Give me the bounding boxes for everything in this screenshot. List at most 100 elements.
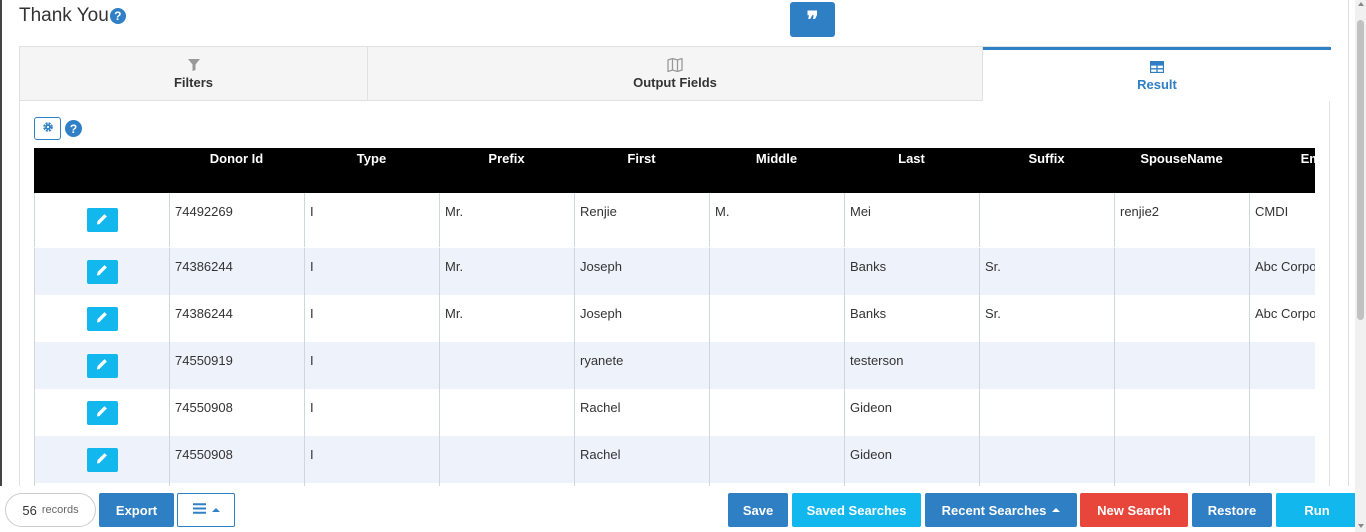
save-button[interactable]: Save [728,493,788,527]
table-cell [1114,295,1249,342]
column-header-middle[interactable]: Middle [709,148,844,193]
restore-button[interactable]: Restore [1192,493,1272,527]
row-action-cell [34,295,169,342]
edit-row-button[interactable] [86,400,118,425]
menu-dropdown-button[interactable] [177,493,235,527]
quote-icon: ❞ [806,6,819,33]
column-header-suffix[interactable]: Suffix [979,148,1114,193]
quote-button[interactable]: ❞ [790,2,835,37]
edit-row-button[interactable] [86,208,118,232]
table-cell: Joseph [574,295,709,342]
pencil-icon [96,452,108,467]
table-cell: I [304,342,439,389]
pencil-icon [96,213,108,228]
table-cell [1249,389,1315,436]
table-cell: Mr. [439,295,574,342]
gear-icon [42,120,54,138]
saved-searches-button[interactable]: Saved Searches [792,493,921,527]
record-count-badge: 56 records [5,493,96,527]
table-cell: renjie2 [1114,193,1249,247]
restore-label: Restore [1207,502,1257,518]
table-cell: Abc Corpo [1249,248,1315,295]
column-header-employer[interactable]: Empl [1249,148,1315,193]
table-cell: Rachel [574,389,709,436]
results-grid: Donor Id Type Prefix First Middle Last S… [34,148,1315,487]
grid-header: Donor Id Type Prefix First Middle Last S… [34,148,1315,193]
table-cell: 74550908 [169,436,304,483]
record-unit: records [41,504,79,516]
tab-filters[interactable]: Filters [20,47,368,101]
tab-output-fields[interactable]: Output Fields [368,47,983,101]
page-scrollbar[interactable] [1355,0,1366,532]
table-cell [709,342,844,389]
page-title-text: Thank You [19,5,109,26]
table-cell: I [304,248,439,295]
table-icon [1150,60,1164,74]
export-label: Export [115,502,158,518]
scroll-up-arrow-icon[interactable] [1358,2,1364,6]
column-header-first[interactable]: First [574,148,709,193]
record-count: 56 [22,502,37,518]
table-row: 74492269 I Mr. Renjie M. Mei renjie2 CMDI [34,193,1315,247]
column-header-donor-id[interactable]: Donor Id [169,148,304,193]
table-cell [709,389,844,436]
row-action-cell [34,436,169,483]
run-button[interactable]: Run [1276,493,1358,527]
question-circle-icon[interactable]: ? [109,8,126,24]
table-cell: Mr. [439,248,574,295]
tab-result[interactable]: Result [983,47,1331,101]
scroll-down-arrow-icon[interactable] [1358,524,1364,528]
table-cell: CMDI [1249,193,1315,247]
saved-searches-label: Saved Searches [806,502,907,518]
table-row: 74550908 I Rachel Gideon [34,389,1315,436]
edit-row-button[interactable] [86,353,118,378]
table-cell [979,342,1114,389]
table-cell [1249,436,1315,483]
column-header-last[interactable]: Last [844,148,979,193]
table-cell [1114,248,1249,295]
row-action-cell [34,193,169,247]
grid-tools: ? [34,117,82,140]
table-cell [979,389,1114,436]
table-cell: Joseph [574,248,709,295]
table-cell [439,389,574,436]
table-row: 74550908 I Rachel Gideon [34,436,1315,483]
bars-icon [192,501,206,519]
table-cell: Mei [844,193,979,247]
scrollbar-thumb[interactable] [1357,20,1364,320]
table-cell: I [304,436,439,483]
table-row: 74550919 Iryanete testerson [34,342,1315,389]
column-header-prefix[interactable]: Prefix [439,148,574,193]
new-search-label: New Search [1097,502,1171,518]
table-cell: 74550908 [169,389,304,436]
table-row: 74386244 I Mr. Joseph Banks Sr. Abc Corpo [34,248,1315,295]
table-cell: M. [709,193,844,247]
export-button[interactable]: Export [99,493,174,527]
table-cell: Rachel [574,436,709,483]
grid-settings-button[interactable] [34,117,61,140]
new-search-button[interactable]: New Search [1080,493,1188,527]
tab-filters-label: Filters [173,74,213,90]
edit-row-button[interactable] [86,306,118,331]
edit-row-button[interactable] [86,447,118,472]
table-cell: Renjie [574,193,709,247]
column-header-type[interactable]: Type [304,148,439,193]
table-cell: Gideon [844,436,979,483]
pencil-icon [96,264,108,279]
question-circle-icon[interactable]: ? [65,120,82,137]
table-cell: I [304,389,439,436]
table-cell [709,295,844,342]
recent-searches-button[interactable]: Recent Searches [925,493,1077,527]
column-header-spouse-name[interactable]: SpouseName [1114,148,1249,193]
table-cell: I [304,295,439,342]
table-cell [709,248,844,295]
row-action-cell [34,389,169,436]
table-cell: Gideon [844,389,979,436]
footer-toolbar: 56 records Export Save Saved Searches Re… [0,486,1366,532]
edit-row-button[interactable] [86,259,118,284]
table-cell: 74386244 [169,295,304,342]
table-cell: Banks [844,295,979,342]
table-cell [439,342,574,389]
table-cell: Banks [844,248,979,295]
row-action-cell [34,248,169,295]
